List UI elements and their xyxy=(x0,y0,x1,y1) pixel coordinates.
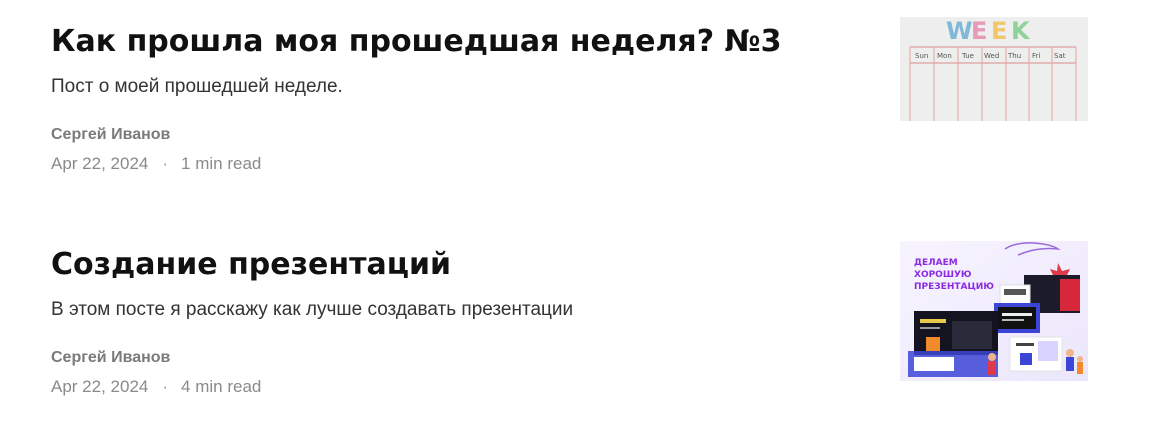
banner-heading-line: ПРЕЗЕНТАЦИЮ xyxy=(914,282,994,292)
weekly-calendar-image: W E E K Sun Mon Tue Wed Thu Fri Sat xyxy=(900,17,1088,121)
calendar-heading-e1: E xyxy=(971,17,987,45)
meta-separator: · xyxy=(162,154,169,173)
post-excerpt[interactable]: В этом посте я расскажу как лучше создав… xyxy=(51,297,573,323)
post-meta: Apr 22, 2024 · 1 min read xyxy=(51,153,261,175)
calendar-heading-k: K xyxy=(1011,17,1031,45)
svg-text:Sat: Sat xyxy=(1054,52,1066,60)
post-author[interactable]: Сергей Иванов xyxy=(51,124,170,146)
post-text-block: Как прошла моя прошедшая неделя? №3 Пост… xyxy=(51,22,871,173)
post-read-time: 4 min read xyxy=(181,377,262,396)
post-author[interactable]: Сергей Иванов xyxy=(51,347,170,369)
svg-text:Fri: Fri xyxy=(1032,52,1040,60)
post-date: Apr 22, 2024 xyxy=(51,154,149,173)
post-thumbnail[interactable]: ДЕЛАЕМ ХОРОШУЮ ПРЕЗЕНТАЦИЮ xyxy=(900,241,1088,381)
post-date: Apr 22, 2024 xyxy=(51,377,149,396)
svg-text:Tue: Tue xyxy=(961,52,974,60)
banner-heading-line: ХОРОШУЮ xyxy=(914,270,972,280)
svg-text:Wed: Wed xyxy=(984,52,999,60)
post-text-block: Создание презентаций В этом посте я расс… xyxy=(51,245,871,396)
calendar-heading-w: W xyxy=(946,17,972,45)
meta-separator: · xyxy=(162,377,169,396)
post-card[interactable]: Как прошла моя прошедшая неделя? №3 Пост… xyxy=(0,0,1172,190)
presentation-banner-image: ДЕЛАЕМ ХОРОШУЮ ПРЕЗЕНТАЦИЮ xyxy=(900,241,1088,381)
post-read-time: 1 min read xyxy=(181,154,262,173)
svg-text:Thu: Thu xyxy=(1007,52,1021,60)
banner-heading-line: ДЕЛАЕМ xyxy=(914,258,958,268)
post-meta: Apr 22, 2024 · 4 min read xyxy=(51,376,261,398)
calendar-heading-e2: E xyxy=(991,17,1007,45)
svg-text:Mon: Mon xyxy=(937,52,952,60)
post-excerpt[interactable]: Пост о моей прошедшей неделе. xyxy=(51,74,343,100)
post-card[interactable]: Создание презентаций В этом посте я расс… xyxy=(0,223,1172,413)
post-title[interactable]: Создание презентаций xyxy=(51,245,871,285)
svg-text:Sun: Sun xyxy=(915,52,928,60)
post-thumbnail[interactable]: W E E K Sun Mon Tue Wed Thu Fri Sat xyxy=(900,17,1088,121)
post-title[interactable]: Как прошла моя прошедшая неделя? №3 xyxy=(51,22,871,62)
